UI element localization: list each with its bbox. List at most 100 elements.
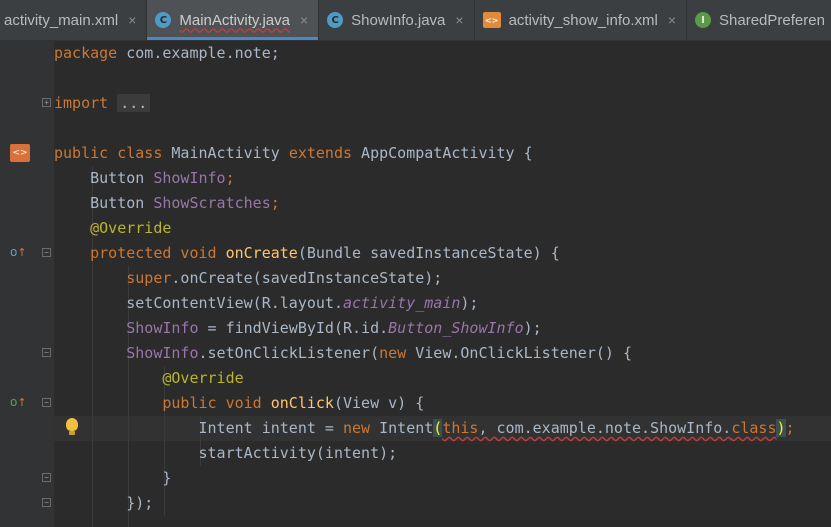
keyword: new — [379, 344, 407, 362]
fold-end-icon[interactable]: − — [42, 473, 51, 482]
code-line: public void onClick(View v) { — [54, 391, 831, 416]
interface-icon: I — [695, 12, 712, 28]
code-text: Intent — [370, 419, 434, 437]
code-line: import ... — [54, 91, 831, 116]
gutter-line: o↑ − — [0, 391, 54, 416]
semicolon: ; — [225, 169, 235, 187]
code-line: package com.example.note; — [54, 41, 831, 66]
gutter-line: + — [0, 91, 54, 116]
semicolon: ; — [785, 419, 795, 437]
tab-showinfo-java[interactable]: C ShowInfo.java × — [319, 0, 475, 40]
code-text: ); — [460, 294, 479, 312]
keyword: protected void — [54, 244, 226, 262]
code-line: super.onCreate(savedInstanceState); — [54, 266, 831, 291]
editor-tab-bar: activity_main.xml × C MainActivity.java … — [0, 0, 831, 41]
keyword: public class — [54, 144, 163, 162]
semicolon: ; — [270, 194, 280, 212]
code-text: startActivity(intent); — [54, 444, 398, 462]
xml-file-icon: <> — [482, 12, 501, 28]
static-field: activity_main — [342, 294, 461, 312]
code-line: ShowInfo = findViewById(R.id.Button_Show… — [54, 316, 831, 341]
code-text: AppCompatActivity { — [352, 144, 533, 162]
code-text: Button — [54, 194, 154, 212]
tab-activity-show-info-xml[interactable]: <> activity_show_info.xml × — [475, 0, 688, 40]
keyword: super — [54, 269, 172, 287]
gutter-line: − — [0, 491, 54, 516]
tab-mainactivity-java[interactable]: C MainActivity.java × — [147, 0, 320, 40]
folded-imports[interactable]: ... — [117, 94, 151, 112]
close-icon[interactable]: × — [128, 12, 136, 28]
keyword: public void — [54, 394, 271, 412]
tab-sharedpreferences[interactable]: I SharedPreferen — [687, 0, 831, 40]
code-text: (Bundle savedInstanceState) { — [297, 244, 560, 262]
code-text: Button — [54, 169, 154, 187]
override-method-icon[interactable]: o↑ — [10, 245, 27, 259]
gutter-line: − — [0, 341, 54, 366]
code-text: .setOnClickListener( — [198, 344, 380, 362]
code-text: }); — [54, 494, 154, 512]
tab-label: MainActivity.java — [179, 11, 290, 29]
code-line: ShowInfo.setOnClickListener(new View.OnC… — [54, 341, 831, 366]
gutter-line: <> — [0, 141, 54, 166]
class-name: MainActivity — [162, 144, 289, 162]
static-field: Button_ShowInfo — [388, 319, 524, 337]
related-layout-icon[interactable]: <> — [10, 144, 30, 162]
fold-end-icon[interactable]: − — [42, 498, 51, 507]
code-line: @Override — [54, 366, 831, 391]
keyword: new — [342, 419, 371, 437]
code-line: @Override — [54, 216, 831, 241]
code-line: Button ShowInfo; — [54, 166, 831, 191]
code-line: } — [54, 466, 831, 491]
keyword: class — [731, 419, 777, 437]
code-line: }); — [54, 491, 831, 516]
keyword: import — [54, 94, 109, 112]
code-editor[interactable]: package com.example.note; import ... pub… — [54, 41, 831, 527]
code-text: View.OnClickListener() { — [406, 344, 632, 362]
tab-activity-main-xml[interactable]: activity_main.xml × — [0, 0, 148, 40]
gutter-line: − — [0, 466, 54, 491]
code-line: protected void onCreate(Bundle savedInst… — [54, 241, 831, 266]
tab-label: activity_show_info.xml — [508, 11, 658, 29]
code-line: Intent intent = new Intent(this, com.exa… — [54, 416, 831, 441]
code-line: public class MainActivity extends AppCom… — [54, 141, 831, 166]
method-name: onCreate — [225, 244, 298, 262]
field-name: ShowInfo — [54, 319, 199, 337]
fold-collapse-icon[interactable]: − — [42, 398, 51, 407]
field-name: ShowInfo — [54, 344, 199, 362]
close-icon[interactable]: × — [668, 12, 676, 28]
gutter-line — [0, 41, 54, 66]
tab-label: activity_main.xml — [4, 11, 119, 29]
code-line: setContentView(R.layout.activity_main); — [54, 291, 831, 316]
annotation: @Override — [54, 369, 244, 387]
fold-collapse-icon[interactable]: − — [42, 248, 51, 257]
field-name: ShowInfo — [153, 169, 226, 187]
code-text: ); — [523, 319, 542, 337]
java-class-icon: C — [155, 12, 172, 28]
code-text: com.example.note; — [117, 44, 280, 62]
code-text: = findViewById(R.id. — [198, 319, 389, 337]
code-line: startActivity(intent); — [54, 441, 831, 466]
fold-expand-icon[interactable]: + — [42, 98, 51, 107]
matched-paren: ( — [433, 419, 443, 437]
lightbulb-icon[interactable] — [66, 418, 78, 435]
keyword: package — [54, 44, 118, 62]
gutter-line: o↑ − — [0, 241, 54, 266]
editor-gutter: + <> o↑ − − o↑ − − − — [0, 41, 54, 527]
annotation: @Override — [54, 219, 172, 237]
code-line: Button ShowScratches; — [54, 191, 831, 216]
code-text: Intent intent = — [54, 419, 343, 437]
method-name: onClick — [270, 394, 334, 412]
implement-method-icon[interactable]: o↑ — [10, 395, 27, 409]
field-name: ShowScratches — [153, 194, 271, 212]
matched-paren: ) — [776, 419, 786, 437]
code-text: .onCreate(savedInstanceState); — [171, 269, 443, 287]
close-icon[interactable]: × — [300, 12, 308, 28]
code-text: (View v) { — [333, 394, 425, 412]
keyword: this — [442, 419, 479, 437]
java-class-icon: C — [327, 12, 344, 28]
fold-collapse-icon[interactable]: − — [42, 348, 51, 357]
code-text: setContentView(R.layout. — [54, 294, 343, 312]
code-text: , com.example.note.ShowInfo. — [478, 419, 732, 437]
tab-label: ShowInfo.java — [351, 11, 446, 29]
close-icon[interactable]: × — [455, 12, 463, 28]
